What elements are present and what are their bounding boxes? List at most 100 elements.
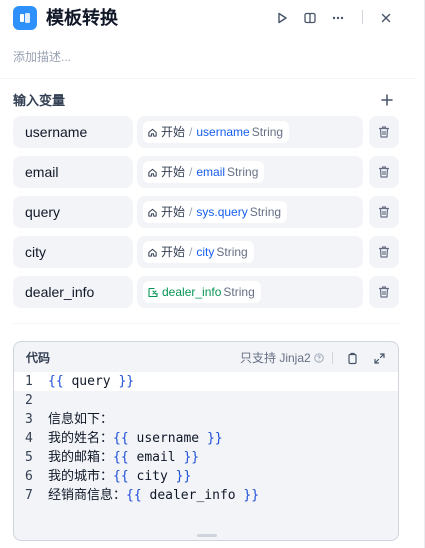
variable-row: city 开始 / city String — [13, 236, 401, 268]
variable-chip: 开始 / sys.query String — [143, 201, 288, 223]
path-separator: / — [189, 245, 193, 259]
delete-variable-button[interactable] — [369, 116, 399, 148]
trash-icon — [379, 126, 389, 138]
run-icon — [278, 12, 287, 24]
code-title: 代码 — [26, 351, 51, 365]
jinja-hint-label: 只支持 Jinja2 — [240, 351, 311, 365]
line-number: 7 — [25, 488, 33, 503]
code-line: 4 我的姓名：{{ username }} — [14, 429, 398, 448]
variable-type: String — [216, 245, 248, 259]
line-number: 1 — [25, 374, 33, 389]
code-text: 我的姓名：{{ username }} — [48, 431, 223, 446]
variable-ref: sys.query — [196, 205, 248, 219]
variable-row: dealer_info dealer_info String — [13, 276, 401, 308]
split-view-button[interactable] — [300, 8, 320, 28]
code-text: 我的城市：{{ city }} — [48, 469, 192, 484]
code-line: 7 经销商信息：{{ dealer_info }} — [14, 486, 398, 505]
variable-name-input[interactable]: city — [13, 236, 133, 268]
variable-ref: username — [196, 125, 250, 139]
variable-selector[interactable]: 开始 / email String — [137, 156, 363, 188]
env-variable-icon — [148, 287, 158, 297]
delete-variable-button[interactable] — [369, 196, 399, 228]
panel-header: 模板转换 — [0, 0, 416, 36]
delete-variable-button[interactable] — [369, 156, 399, 188]
variable-chip: 开始 / city String — [143, 241, 254, 263]
line-number: 3 — [25, 412, 33, 427]
variable-ref: city — [196, 245, 215, 259]
variable-name-input[interactable]: query — [13, 196, 133, 228]
code-line: 1 {{ query }} — [14, 372, 398, 391]
resize-handle[interactable] — [197, 534, 217, 537]
variable-chip: 开始 / email String — [143, 161, 265, 183]
trash-icon — [379, 206, 389, 218]
variable-selector[interactable]: 开始 / city String — [137, 236, 363, 268]
source-node-label: 开始 — [161, 245, 186, 259]
close-icon — [381, 13, 391, 23]
variable-selector[interactable]: dealer_info String — [137, 276, 363, 308]
expand-button[interactable] — [370, 349, 388, 367]
variable-name-input[interactable]: username — [13, 116, 133, 148]
path-separator: / — [189, 125, 193, 139]
code-text: 经销商信息：{{ dealer_info }} — [48, 488, 260, 503]
variable-ref: dealer_info — [162, 285, 222, 299]
variable-row: query 开始 / sys.query String — [13, 196, 401, 228]
template-transform-panel: 模板转换 添加描述... 输入变量 username 开始 / username — [0, 0, 425, 548]
code-text: 信息如下： — [48, 412, 114, 427]
input-vars-title: 输入变量 — [13, 93, 66, 108]
close-button[interactable] — [376, 8, 396, 28]
home-icon — [148, 208, 157, 217]
home-icon — [148, 248, 157, 257]
variable-ref: email — [196, 165, 226, 179]
source-node-label: 开始 — [161, 165, 186, 179]
line-number: 5 — [25, 450, 33, 465]
code-editor[interactable]: 1 {{ query }} 2 3 信息如下： 4 我的姓名：{{ userna… — [14, 372, 398, 532]
divider — [13, 323, 401, 324]
code-line: 6 我的城市：{{ city }} — [14, 467, 398, 486]
variable-row: username 开始 / username String — [13, 116, 401, 148]
description-input[interactable]: 添加描述... — [13, 49, 71, 65]
code-text: {{ query }} — [48, 374, 135, 389]
header-divider — [362, 10, 363, 24]
plus-icon — [381, 94, 393, 106]
line-number: 6 — [25, 469, 33, 484]
line-number: 4 — [25, 431, 33, 446]
variable-selector[interactable]: 开始 / username String — [137, 116, 363, 148]
trash-icon — [379, 166, 389, 178]
variable-chip: dealer_info String — [143, 281, 261, 303]
code-line: 5 我的邮箱：{{ email }} — [14, 448, 398, 467]
variable-type: String — [251, 125, 284, 139]
expand-icon — [373, 352, 385, 364]
help-circle-icon[interactable] — [314, 353, 324, 363]
source-node-label: 开始 — [161, 125, 186, 139]
variable-name-input[interactable]: email — [13, 156, 133, 188]
panel-title[interactable]: 模板转换 — [46, 6, 118, 30]
run-button[interactable] — [272, 8, 292, 28]
path-separator: / — [189, 165, 193, 179]
copy-button[interactable] — [343, 349, 361, 367]
code-editor-header: 代码 只支持 Jinja2 — [14, 342, 398, 372]
path-separator: / — [189, 205, 193, 219]
variable-type: String — [249, 205, 282, 219]
more-button[interactable] — [328, 8, 348, 28]
add-variable-button[interactable] — [378, 91, 396, 109]
home-icon — [148, 168, 157, 177]
home-icon — [148, 128, 157, 137]
variable-type: String — [227, 165, 259, 179]
delete-variable-button[interactable] — [369, 276, 399, 308]
delete-variable-button[interactable] — [369, 236, 399, 268]
copy-icon — [347, 352, 357, 364]
trash-icon — [379, 246, 389, 258]
code-editor-panel: 代码 只支持 Jinja2 1 {{ query }} 2 3 信息如下： 4 … — [13, 341, 399, 541]
more-icon — [332, 16, 344, 20]
split-view-icon — [304, 12, 316, 24]
trash-icon — [379, 286, 389, 298]
code-text: 我的邮箱：{{ email }} — [48, 450, 200, 465]
code-header-divider — [332, 352, 333, 364]
variable-selector[interactable]: 开始 / sys.query String — [137, 196, 363, 228]
line-number: 2 — [25, 393, 33, 408]
variable-name-input[interactable]: dealer_info — [13, 276, 133, 308]
template-node-icon — [13, 6, 37, 30]
variable-type: String — [223, 285, 255, 299]
variable-row: email 开始 / email String — [13, 156, 401, 188]
jinja-hint: 只支持 Jinja2 — [240, 350, 324, 366]
